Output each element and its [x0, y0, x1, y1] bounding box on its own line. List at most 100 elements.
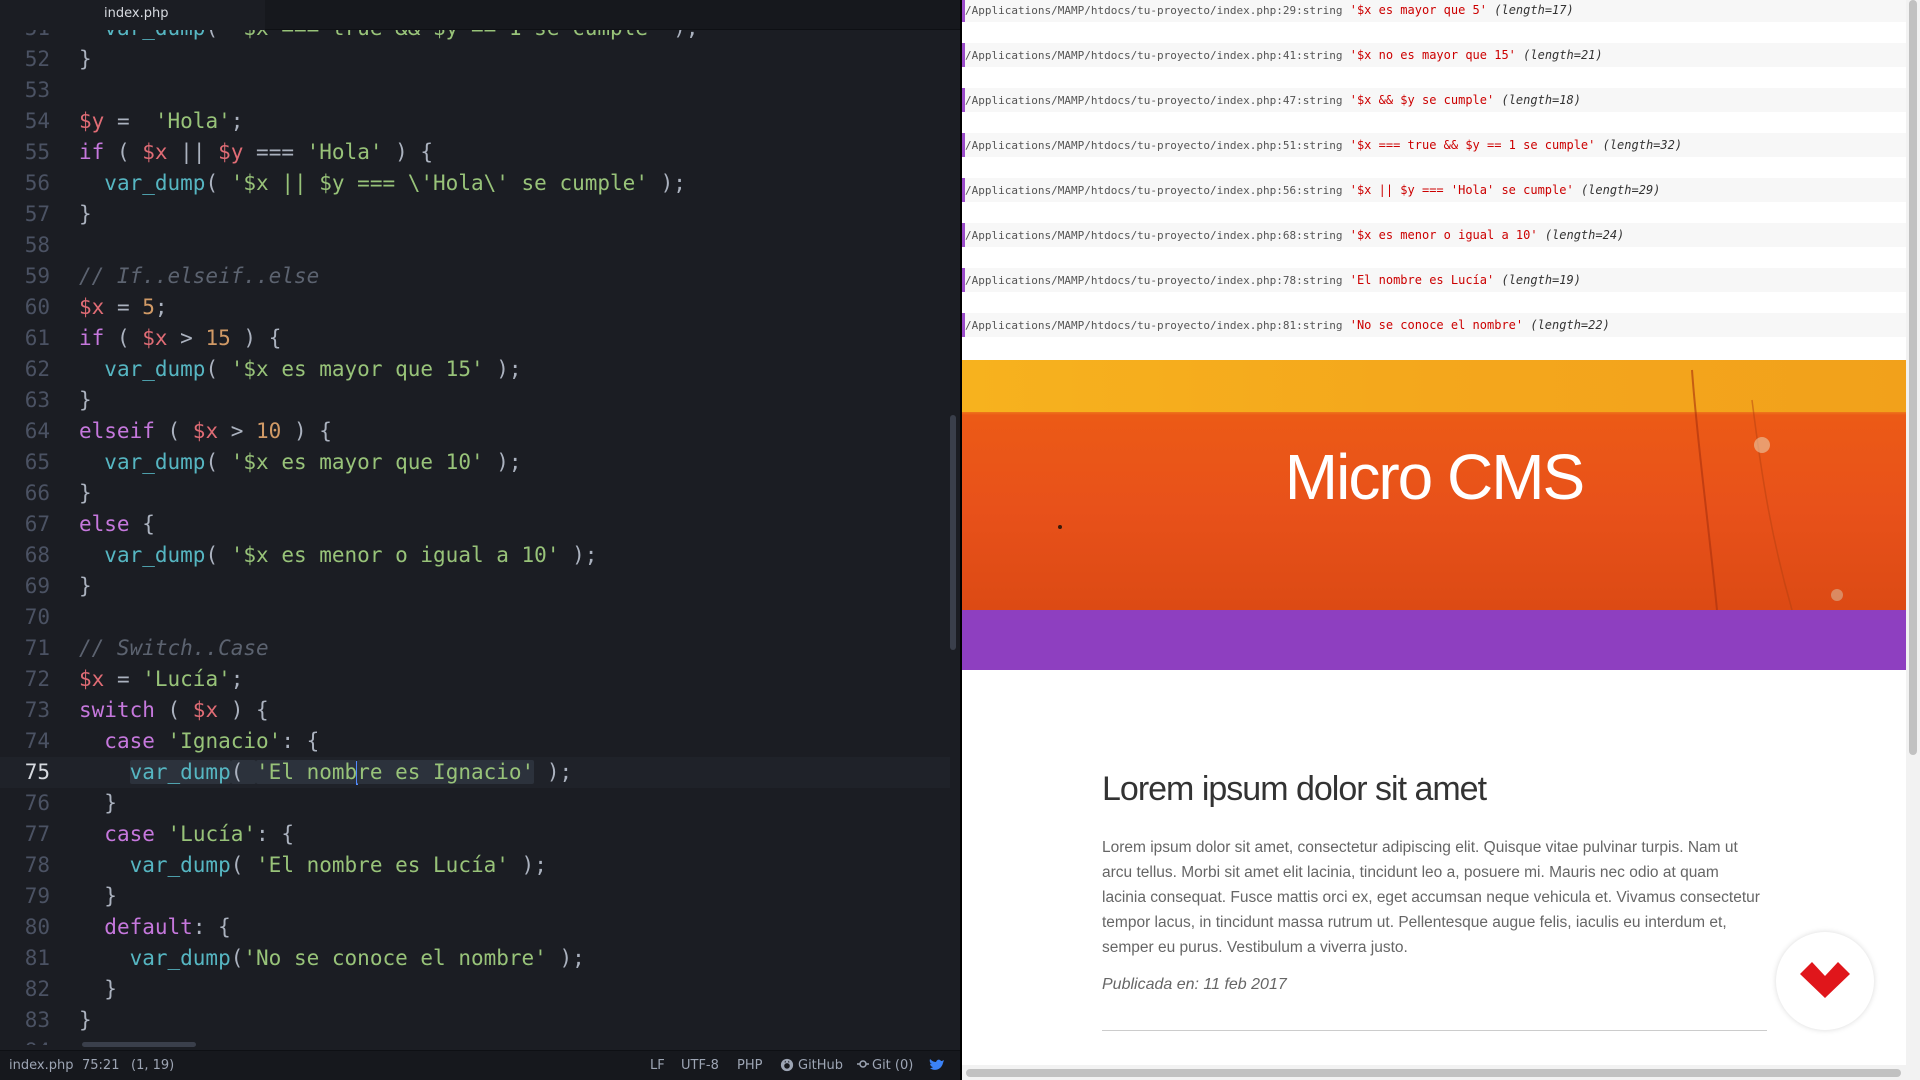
code-text[interactable]: }	[79, 478, 92, 509]
code-text[interactable]: if ( $x || $y === 'Hola' ) {	[79, 137, 433, 168]
post-title[interactable]: Lorem ipsum dolor sit amet	[1102, 770, 1487, 809]
code-line[interactable]: 70	[0, 602, 950, 633]
editor-horizontal-scrollbar[interactable]	[82, 1042, 196, 1047]
line-number[interactable]: 58	[0, 230, 50, 261]
code-line[interactable]: 51 var_dump( '$x === true && $y == 1 se …	[0, 30, 950, 44]
code-line[interactable]: 75 var_dump( 'El nombre es Ignacio' );	[0, 757, 950, 788]
code-line[interactable]: 58	[0, 230, 950, 261]
code-text[interactable]: var_dump( 'El nombre es Lucía' );	[79, 850, 547, 881]
browser-vertical-scrollbar[interactable]	[1906, 0, 1920, 1065]
code-line[interactable]: 60 $x = 5;	[0, 292, 950, 323]
code-text[interactable]: var_dump( '$x es mayor que 15' );	[79, 354, 521, 385]
line-number[interactable]: 73	[0, 695, 50, 726]
line-number[interactable]: 56	[0, 168, 50, 199]
code-line[interactable]: 56 var_dump( '$x || $y === \'Hola\' se c…	[0, 168, 950, 199]
code-text[interactable]: }	[79, 571, 92, 602]
line-number[interactable]: 64	[0, 416, 50, 447]
line-number[interactable]: 63	[0, 385, 50, 416]
code-line[interactable]: 81 var_dump('No se conoce el nombre' );	[0, 943, 950, 974]
line-number[interactable]: 76	[0, 788, 50, 819]
code-line[interactable]: 59 // If..elseif..else	[0, 261, 950, 292]
status-file[interactable]: index.php	[9, 1058, 73, 1073]
code-text[interactable]: if ( $x > 15 ) {	[79, 323, 281, 354]
line-number[interactable]: 78	[0, 850, 50, 881]
line-number[interactable]: 67	[0, 509, 50, 540]
code-text[interactable]: var_dump( '$x es mayor que 10' );	[79, 447, 521, 478]
code-line[interactable]: 68 var_dump( '$x es menor o igual a 10' …	[0, 540, 950, 571]
status-cursor-position[interactable]: 75:21	[82, 1058, 119, 1073]
code-text[interactable]: var_dump( '$x === true && $y == 1 se cum…	[79, 30, 698, 44]
status-grammar[interactable]: PHP	[737, 1058, 762, 1073]
code-text[interactable]: switch ( $x ) {	[79, 695, 269, 726]
code-line[interactable]: 69}	[0, 571, 950, 602]
code-line[interactable]: 80 default: {	[0, 912, 950, 943]
code-line[interactable]: 55 if ( $x || $y === 'Hola' ) {	[0, 137, 950, 168]
code-line[interactable]: 79 }	[0, 881, 950, 912]
status-line-ending[interactable]: LF	[650, 1058, 665, 1073]
line-number[interactable]: 55	[0, 137, 50, 168]
browser-horizontal-scroll-thumb[interactable]	[966, 1069, 1901, 1077]
line-number[interactable]: 69	[0, 571, 50, 602]
code-text[interactable]: }	[79, 788, 117, 819]
status-git[interactable]: Git (0)	[872, 1058, 913, 1073]
status-encoding[interactable]: UTF-8	[681, 1058, 719, 1073]
editor-vertical-scrollbar[interactable]	[950, 415, 956, 650]
code-text[interactable]: case 'Ignacio': {	[79, 726, 319, 757]
code-line[interactable]: 61 if ( $x > 15 ) {	[0, 323, 950, 354]
twitter-bird-icon[interactable]	[929, 1058, 945, 1076]
code-line[interactable]: 66}	[0, 478, 950, 509]
browser-viewport[interactable]: /Applications/MAMP/htdocs/tu-proyecto/in…	[962, 0, 1920, 1080]
line-number[interactable]: 51	[0, 30, 50, 44]
code-area[interactable]: 51 var_dump( '$x === true && $y == 1 se …	[0, 30, 960, 1045]
code-line[interactable]: 74 case 'Ignacio': {	[0, 726, 950, 757]
code-line[interactable]: 77 case 'Lucía': {	[0, 819, 950, 850]
code-text[interactable]: }	[79, 881, 117, 912]
line-number[interactable]: 74	[0, 726, 50, 757]
tab-index-php[interactable]: index.php	[0, 0, 265, 30]
code-line[interactable]: 53	[0, 75, 950, 106]
code-line[interactable]: 63}	[0, 385, 950, 416]
code-text[interactable]: default: {	[79, 912, 230, 943]
code-line[interactable]: 57}	[0, 199, 950, 230]
code-line[interactable]: 83}	[0, 1005, 950, 1036]
line-number[interactable]: 59	[0, 261, 50, 292]
line-number[interactable]: 75	[0, 757, 50, 788]
line-number[interactable]: 52	[0, 44, 50, 75]
code-text[interactable]: $y = 'Hola';	[79, 106, 243, 137]
line-number[interactable]: 54	[0, 106, 50, 137]
code-line[interactable]: 52}	[0, 44, 950, 75]
line-number[interactable]: 72	[0, 664, 50, 695]
line-number[interactable]: 53	[0, 75, 50, 106]
line-number[interactable]: 71	[0, 633, 50, 664]
line-number[interactable]: 79	[0, 881, 50, 912]
line-number[interactable]: 61	[0, 323, 50, 354]
code-text[interactable]: }	[79, 974, 117, 1005]
code-line[interactable]: 76 }	[0, 788, 950, 819]
code-text[interactable]: case 'Lucía': {	[79, 819, 294, 850]
code-line[interactable]: 67 else {	[0, 509, 950, 540]
code-line[interactable]: 64 elseif ( $x > 10 ) {	[0, 416, 950, 447]
line-number[interactable]: 62	[0, 354, 50, 385]
browser-horizontal-scrollbar[interactable]	[962, 1065, 1920, 1080]
status-selection-count[interactable]: (1, 19)	[131, 1058, 174, 1073]
code-text[interactable]: // If..elseif..else	[79, 261, 319, 292]
code-line[interactable]: 78 var_dump( 'El nombre es Lucía' );	[0, 850, 950, 881]
status-github[interactable]: GitHub	[798, 1058, 843, 1073]
line-number[interactable]: 80	[0, 912, 50, 943]
site-title[interactable]: Micro CMS	[962, 440, 1906, 514]
line-number[interactable]: 81	[0, 943, 50, 974]
line-number[interactable]: 57	[0, 199, 50, 230]
line-number[interactable]: 82	[0, 974, 50, 1005]
code-line[interactable]: 62 var_dump( '$x es mayor que 15' );	[0, 354, 950, 385]
code-text[interactable]: $x = 'Lucía';	[79, 664, 243, 695]
line-number[interactable]: 77	[0, 819, 50, 850]
line-number[interactable]: 66	[0, 478, 50, 509]
code-line[interactable]: 54 $y = 'Hola';	[0, 106, 950, 137]
code-editor[interactable]: index.php 51 var_dump( '$x === true && $…	[0, 0, 960, 1080]
code-text[interactable]: elseif ( $x > 10 ) {	[79, 416, 332, 447]
line-number[interactable]: 70	[0, 602, 50, 633]
code-text[interactable]: }	[79, 199, 92, 230]
code-line[interactable]: 73 switch ( $x ) {	[0, 695, 950, 726]
line-number[interactable]: 60	[0, 292, 50, 323]
code-text[interactable]: var_dump( '$x es menor o igual a 10' );	[79, 540, 597, 571]
